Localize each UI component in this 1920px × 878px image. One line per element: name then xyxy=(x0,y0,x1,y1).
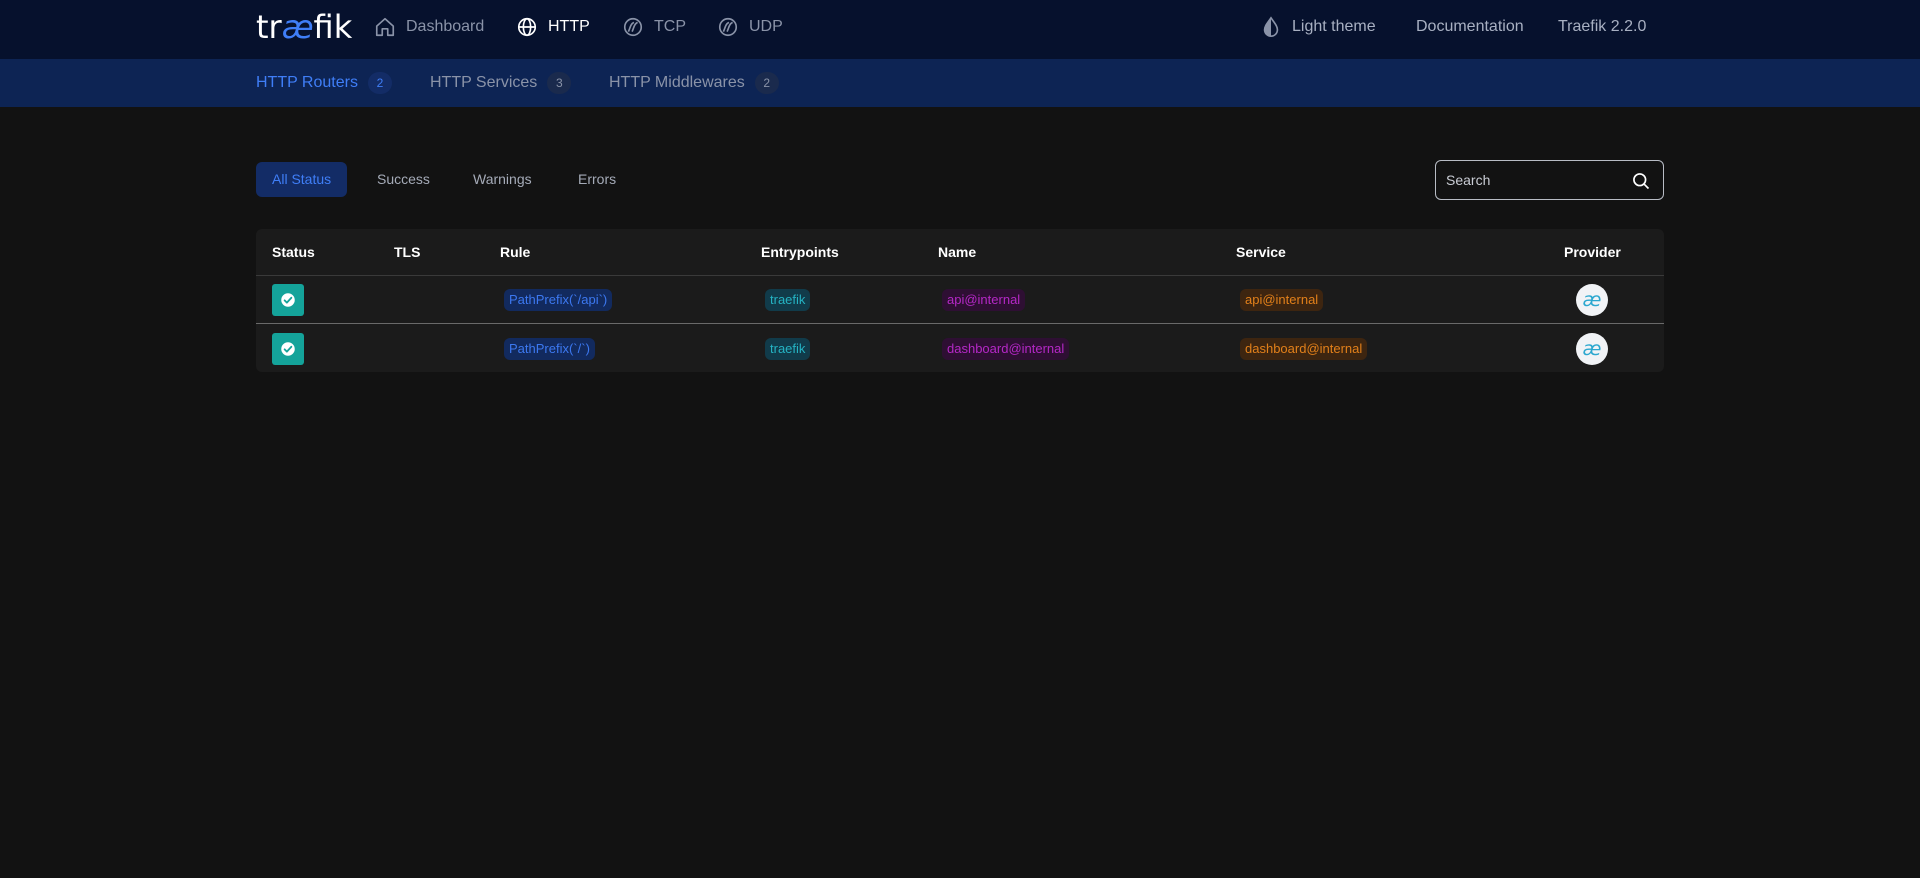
sub-navbar: HTTP Routers 2 HTTP Services 3 HTTP Midd… xyxy=(0,59,1920,107)
header-service[interactable]: Service xyxy=(1236,244,1286,260)
table-row[interactable]: PathPrefix(`/`) traefik dashboard@intern… xyxy=(256,325,1664,373)
documentation-label: Documentation xyxy=(1416,18,1524,35)
filter-all-status[interactable]: All Status xyxy=(256,162,348,197)
version-link[interactable]: Traefik 2.2.0 xyxy=(1558,14,1646,40)
documentation-link[interactable]: Documentation xyxy=(1416,14,1524,40)
router-name-chip: api@internal xyxy=(942,289,1026,311)
nav-http-label: HTTP xyxy=(548,18,590,35)
traefik-logo[interactable]: træfik xyxy=(256,8,352,46)
search-icon[interactable] xyxy=(1631,171,1651,191)
theme-toggle-label: Light theme xyxy=(1292,18,1376,35)
header-name[interactable]: Name xyxy=(938,244,976,260)
rule-chip: PathPrefix(`/api`) xyxy=(504,289,613,311)
globe-icon xyxy=(517,17,537,37)
udp-icon xyxy=(718,17,738,37)
contrast-drop-icon xyxy=(1263,16,1279,37)
provider-internal-icon: æ xyxy=(1576,333,1608,365)
header-tls[interactable]: TLS xyxy=(394,244,420,260)
nav-http[interactable]: HTTP xyxy=(516,14,590,40)
nav-udp[interactable]: UDP xyxy=(717,14,783,40)
middlewares-count-badge: 2 xyxy=(754,72,779,94)
home-icon xyxy=(375,17,395,37)
router-name-chip: dashboard@internal xyxy=(942,338,1070,360)
tab-http-services[interactable]: HTTP Services 3 xyxy=(430,71,572,95)
svg-text:æ: æ xyxy=(1583,290,1602,310)
table-header: Status TLS Rule Entrypoints Name Service… xyxy=(256,229,1664,276)
top-navbar: træfik Dashboard HTTP TCP UDP Light them… xyxy=(0,0,1920,59)
version-label: Traefik 2.2.0 xyxy=(1558,18,1647,35)
filter-warnings[interactable]: Warnings xyxy=(457,162,548,197)
theme-toggle[interactable]: Light theme xyxy=(1260,14,1376,40)
nav-tcp-label: TCP xyxy=(654,18,686,35)
header-provider[interactable]: Provider xyxy=(1564,244,1621,260)
filter-errors[interactable]: Errors xyxy=(562,162,632,197)
routers-table: Status TLS Rule Entrypoints Name Service… xyxy=(256,229,1664,372)
tcp-icon xyxy=(623,17,643,37)
nav-udp-label: UDP xyxy=(749,18,783,35)
nav-tcp[interactable]: TCP xyxy=(622,14,686,40)
header-status[interactable]: Status xyxy=(272,244,315,260)
status-success-icon xyxy=(272,284,304,316)
status-success-icon xyxy=(272,333,304,365)
nav-dashboard[interactable]: Dashboard xyxy=(374,14,484,40)
tab-http-routers[interactable]: HTTP Routers 2 xyxy=(256,71,392,95)
svg-text:æ: æ xyxy=(1583,339,1602,359)
rule-chip: PathPrefix(`/`) xyxy=(504,338,595,360)
services-count-badge: 3 xyxy=(547,72,572,94)
nav-dashboard-label: Dashboard xyxy=(406,18,485,35)
header-entrypoints[interactable]: Entrypoints xyxy=(761,244,839,260)
routers-count-badge: 2 xyxy=(367,72,392,94)
provider-internal-icon: æ xyxy=(1576,284,1608,316)
table-row[interactable]: PathPrefix(`/api`) traefik api@internal … xyxy=(256,276,1664,324)
entrypoint-chip: traefik xyxy=(765,338,811,360)
tab-http-middlewares-label: HTTP Middlewares xyxy=(609,74,745,91)
header-rule[interactable]: Rule xyxy=(500,244,530,260)
search-input[interactable] xyxy=(1446,161,1626,199)
search-box xyxy=(1435,160,1664,200)
filter-success[interactable]: Success xyxy=(361,162,446,197)
tab-http-services-label: HTTP Services xyxy=(430,74,538,91)
tab-http-middlewares[interactable]: HTTP Middlewares 2 xyxy=(609,71,779,95)
tab-http-routers-label: HTTP Routers xyxy=(256,74,358,91)
service-chip: api@internal xyxy=(1240,289,1324,311)
service-chip: dashboard@internal xyxy=(1240,338,1368,360)
entrypoint-chip: traefik xyxy=(765,289,811,311)
